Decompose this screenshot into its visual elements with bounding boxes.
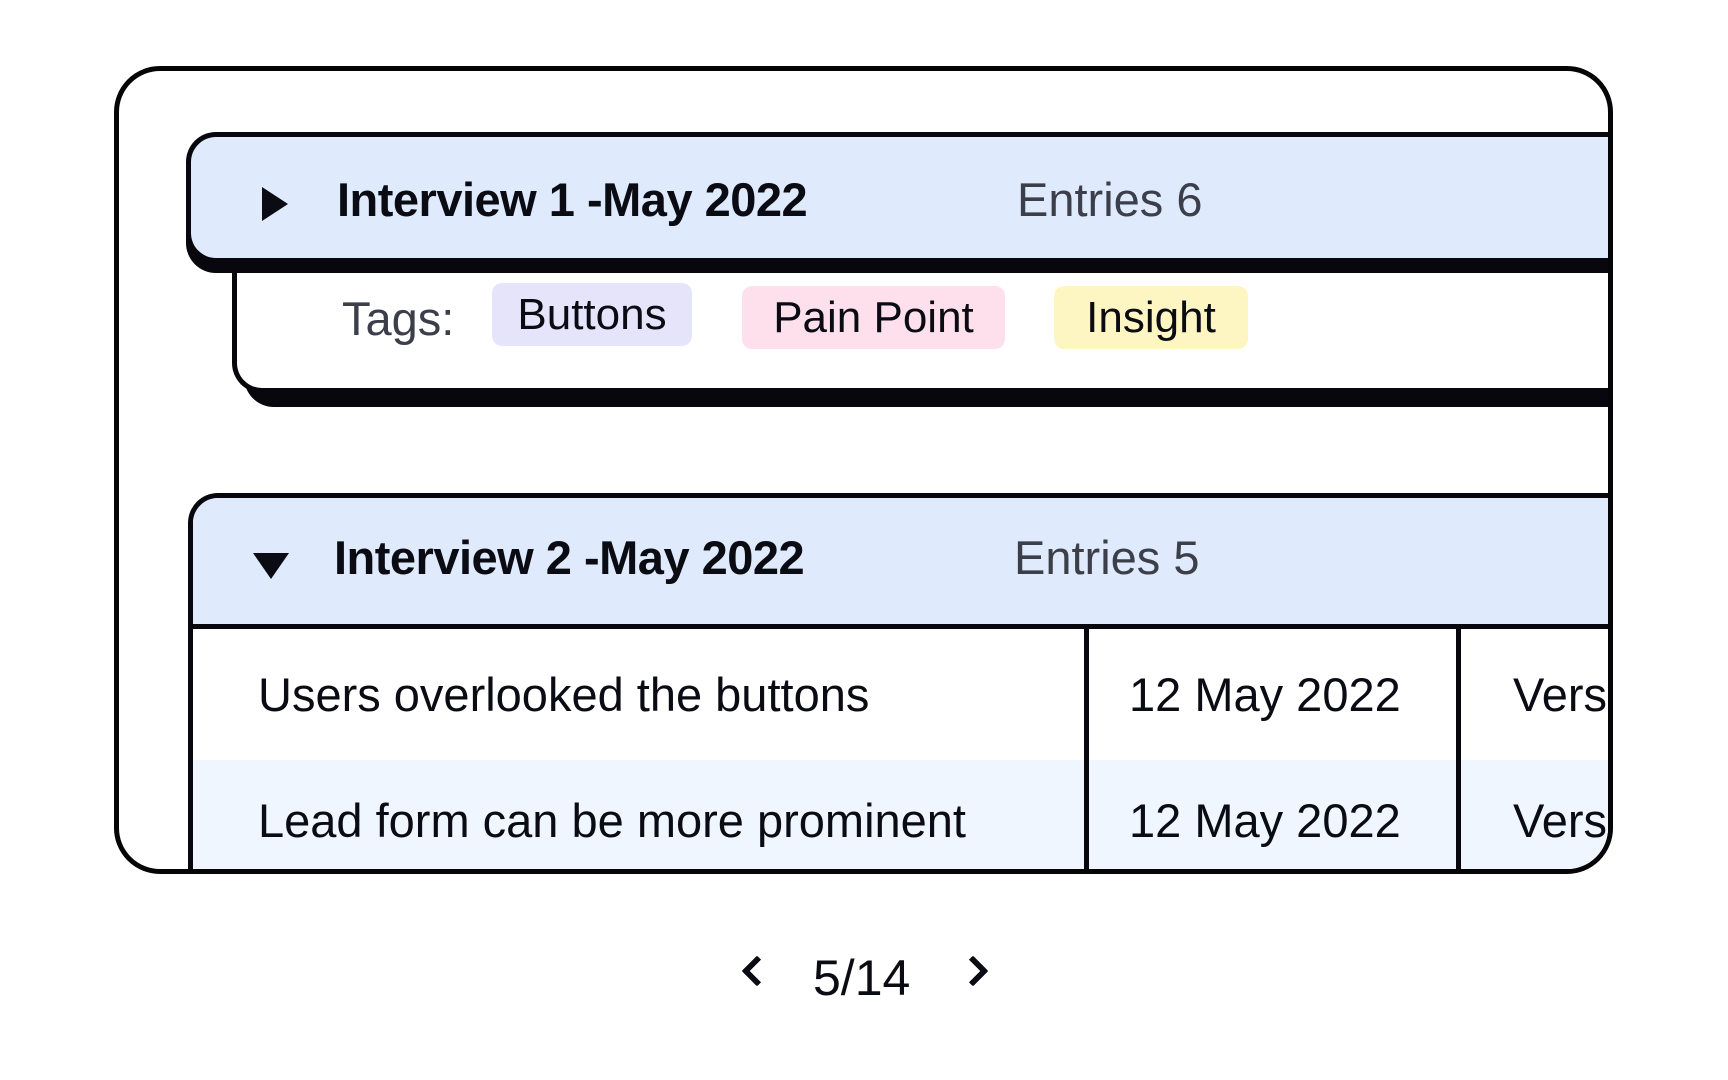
chevron-left-icon[interactable] [741, 955, 773, 987]
interview-2-header[interactable]: Interview 2 -May 2022 Entries 5 [193, 498, 1608, 629]
interview-2-card: Interview 2 -May 2022 Entries 5 Users ov… [188, 493, 1608, 869]
entry-description: Lead form can be more prominent [258, 793, 966, 847]
page-indicator: 5/14 [813, 950, 911, 1006]
pagination: 5/14 [730, 950, 1010, 1006]
tag-insight[interactable]: Insight [1054, 286, 1248, 349]
triangle-down-icon[interactable] [253, 553, 289, 579]
interview-1-header[interactable]: Interview 1 -May 2022 Entries 6 [186, 132, 1608, 263]
interview-2-entries-table: Users overlooked the buttons 12 May 2022… [193, 629, 1608, 869]
tag-pain-point[interactable]: Pain Point [742, 286, 1005, 349]
entry-version: Vers [1456, 760, 1608, 869]
table-row[interactable]: Lead form can be more prominent 12 May 2… [193, 760, 1608, 869]
interview-1-entries-count: Entries 6 [1017, 173, 1203, 226]
interview-1-title: Interview 1 -May 2022 [337, 173, 808, 226]
chevron-right-icon[interactable] [957, 955, 989, 987]
triangle-right-icon[interactable] [262, 187, 288, 221]
table-row[interactable]: Users overlooked the buttons 12 May 2022… [193, 629, 1608, 760]
entry-description: Users overlooked the buttons [258, 668, 870, 721]
interview-2-title: Interview 2 -May 2022 [334, 531, 805, 584]
tag-buttons[interactable]: Buttons [492, 283, 692, 346]
tags-label: Tags: [342, 292, 455, 345]
entry-date: 12 May 2022 [1084, 760, 1456, 869]
entry-date: 12 May 2022 [1084, 629, 1456, 760]
interview-1-tags-panel: Tags: Buttons Pain Point Insight [232, 251, 1608, 393]
entry-version: Vers [1456, 629, 1608, 760]
interview-list-frame: Interview 1 -May 2022 Entries 6 Tags: Bu… [114, 66, 1613, 874]
interview-2-entries-count: Entries 5 [1014, 531, 1200, 584]
